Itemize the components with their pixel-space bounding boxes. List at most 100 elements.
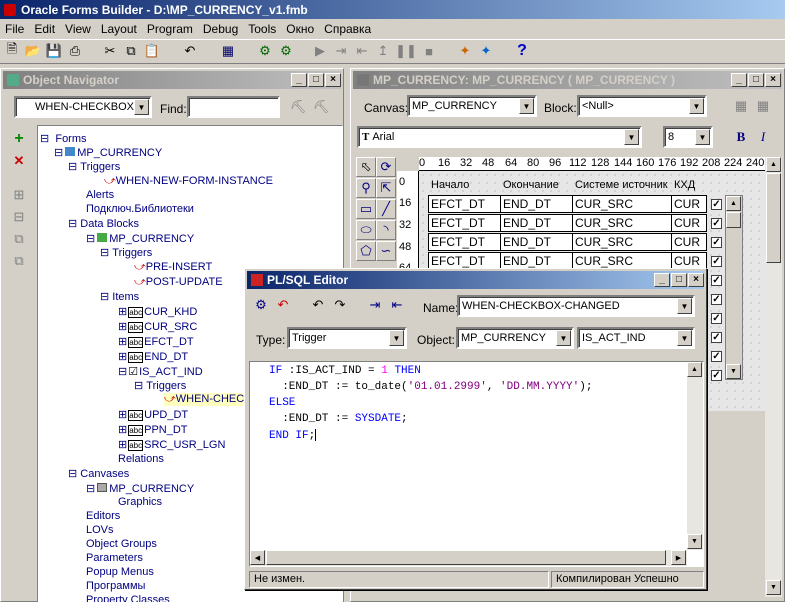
plsql-minimize-button[interactable]: _ — [654, 273, 670, 287]
plsql-maximize-button[interactable]: □ — [671, 273, 687, 287]
field-cur-src[interactable]: CUR_SRC — [572, 195, 672, 213]
scroll-left-icon[interactable]: ◀ — [250, 550, 265, 565]
tree-node-alerts[interactable]: Alerts — [86, 189, 114, 201]
expand-icon[interactable]: ⊞ — [9, 185, 29, 205]
create-icon[interactable]: + — [9, 129, 29, 149]
indent-icon[interactable]: ⇥ — [365, 295, 385, 315]
step-into-icon[interactable]: ⇥ — [331, 41, 351, 61]
field-is-act-ind[interactable]: ✓ — [711, 370, 722, 381]
scroll-up-icon[interactable]: ▲ — [766, 157, 781, 172]
tree-node-form-trigger[interactable]: ⤻WHEN-NEW-FORM-INSTANCE — [104, 175, 273, 188]
find-input[interactable] — [187, 96, 280, 118]
stop-icon[interactable]: ■ — [419, 41, 439, 61]
tree-node-item[interactable]: ⊞ abc SRC_USR_LGN — [118, 438, 225, 451]
menu-view[interactable]: View — [60, 22, 96, 36]
tree-node-is-act-ind[interactable]: ⊟☑IS_ACT_IND — [118, 365, 203, 378]
help-icon[interactable]: ? — [512, 41, 532, 61]
tree-node-pre-insert[interactable]: ⤻PRE-INSERT — [134, 261, 212, 274]
step-over-icon[interactable]: ⇤ — [352, 41, 372, 61]
tree-node-canvas[interactable]: ⊟ MP_CURRENCY — [86, 482, 194, 495]
pause-icon[interactable]: ❚❚ — [395, 41, 417, 61]
run-form-icon[interactable]: ▦ — [218, 41, 238, 61]
layout-maximize-button[interactable]: □ — [748, 73, 764, 87]
field-cur[interactable]: CUR — [671, 214, 707, 232]
line-tool-icon[interactable]: ╱ — [376, 199, 396, 219]
collapse-icon[interactable]: ⊟ — [9, 207, 29, 227]
tree-node-relations[interactable]: Relations — [118, 453, 164, 465]
code-editor[interactable]: IF :IS_ACT_IND = 1 THEN :END_DT := to_da… — [249, 361, 704, 567]
layout-vertical-scrollbar[interactable]: ▲ ▼ — [765, 157, 782, 597]
tree-node-program-units[interactable]: Программы — [86, 580, 145, 592]
print-icon[interactable]: ⎙ — [65, 41, 85, 61]
tree-node-item[interactable]: ⊞ abc END_DT — [118, 350, 188, 363]
ellipse-tool-icon[interactable]: ⬭ — [356, 220, 376, 240]
field-is-act-ind[interactable]: ✓ — [711, 275, 722, 286]
tree-node-item-triggers[interactable]: ⊟ Triggers — [134, 379, 186, 392]
compile-button-icon[interactable]: ⚙ — [251, 295, 271, 315]
layout-minimize-button[interactable]: _ — [731, 73, 747, 87]
wizard-icon[interactable]: ✦ — [455, 41, 475, 61]
tree-node-triggers[interactable]: ⊟ Triggers — [68, 160, 120, 173]
code-horizontal-scrollbar[interactable]: ◀ ▶ — [250, 550, 687, 566]
field-is-act-ind[interactable]: ✓ — [711, 256, 722, 267]
layout-tool-2-icon[interactable]: ▦ — [753, 96, 773, 116]
scroll-thumb[interactable] — [726, 212, 741, 228]
navigator-minimize-button[interactable]: _ — [291, 73, 307, 87]
block-select[interactable]: <Null> ▼ — [577, 95, 707, 117]
field-is-act-ind[interactable]: ✓ — [711, 332, 722, 343]
polygon-tool-icon[interactable]: ⬠ — [356, 241, 376, 261]
field-is-act-ind[interactable]: ✓ — [711, 294, 722, 305]
tree-node-block[interactable]: ⊟ MP_CURRENCY — [86, 232, 194, 245]
scroll-right-icon[interactable]: ▶ — [671, 550, 686, 565]
tree-node-forms[interactable]: ⊟ Forms — [40, 132, 87, 145]
menu-edit[interactable]: Edit — [29, 22, 60, 36]
field-is-act-ind[interactable]: ✓ — [711, 313, 722, 324]
object-select[interactable]: MP_CURRENCY ▼ — [456, 327, 574, 349]
tree-node-item[interactable]: ⊞ abc PPN_DT — [118, 423, 188, 436]
plsql-close-button[interactable]: × — [688, 273, 704, 287]
undo-icon[interactable]: ↶ — [308, 295, 328, 315]
delete-icon[interactable]: ✕ — [9, 151, 29, 171]
scroll-down-icon[interactable]: ▼ — [687, 534, 702, 549]
new-file-icon[interactable]: 🗎 — [2, 41, 22, 61]
tree-node-item[interactable]: ⊞ abc UPD_DT — [118, 408, 188, 421]
tree-node-form[interactable]: ⊟ MP_CURRENCY — [54, 146, 162, 159]
find-prev-icon[interactable]: ⛏ — [311, 97, 331, 117]
debug-go-icon[interactable]: ▶ — [310, 41, 330, 61]
menu-tools[interactable]: Tools — [243, 22, 281, 36]
step-out-icon[interactable]: ↥ — [373, 41, 393, 61]
field-is-act-ind[interactable]: ✓ — [711, 218, 722, 229]
find-next-icon[interactable]: ⛏ — [288, 97, 308, 117]
rectangle-tool-icon[interactable]: ▭ — [356, 199, 376, 219]
layout-close-button[interactable]: × — [765, 73, 781, 87]
navigator-maximize-button[interactable]: □ — [308, 73, 324, 87]
arc-tool-icon[interactable]: ◝ — [376, 220, 396, 240]
menu-window[interactable]: Окно — [281, 22, 319, 36]
magnify-tool-icon[interactable]: ⚲ — [356, 178, 376, 198]
scroll-thumb[interactable] — [766, 173, 781, 263]
open-folder-icon[interactable]: 📂 — [23, 41, 43, 61]
menu-program[interactable]: Program — [142, 22, 198, 36]
save-icon[interactable]: 💾 — [44, 41, 64, 61]
code-vertical-scrollbar[interactable]: ▲ ▼ — [687, 362, 703, 550]
copy-icon[interactable]: ⧉ — [121, 41, 141, 61]
tree-node-libraries[interactable]: Подключ.Библиотеки — [86, 203, 194, 215]
tree-node-object-groups[interactable]: Object Groups — [86, 538, 157, 550]
item-select[interactable]: IS_ACT_IND ▼ — [577, 327, 695, 349]
rotate-tool-icon[interactable]: ⟳ — [376, 157, 396, 177]
canvas-select[interactable]: MP_CURRENCY ▼ — [407, 95, 537, 117]
paste-icon[interactable]: 📋 — [142, 41, 162, 61]
menu-file[interactable]: File — [0, 22, 29, 36]
field-is-act-ind[interactable]: ✓ — [711, 351, 722, 362]
polyline-tool-icon[interactable]: ∽ — [376, 241, 396, 261]
tree-node-when-check[interactable]: ⤻WHEN-CHECK — [164, 393, 252, 406]
reshape-tool-icon[interactable]: ⇱ — [376, 178, 396, 198]
font-select[interactable]: T Arial ▼ — [357, 126, 642, 148]
navigator-object-select[interactable]: WHEN-CHECKBOX-C ▼ — [14, 96, 152, 118]
cut-icon[interactable]: ✂ — [100, 41, 120, 61]
tree-node-items[interactable]: ⊟ Items — [100, 290, 139, 303]
select-tool-icon[interactable]: ⬁ — [356, 157, 376, 177]
field-efct-dt[interactable]: EFCT_DT — [428, 233, 501, 251]
name-select[interactable]: WHEN-CHECKBOX-CHANGED ▼ — [457, 295, 695, 317]
tree-node-item[interactable]: ⊞ abc CUR_SRC — [118, 320, 197, 333]
